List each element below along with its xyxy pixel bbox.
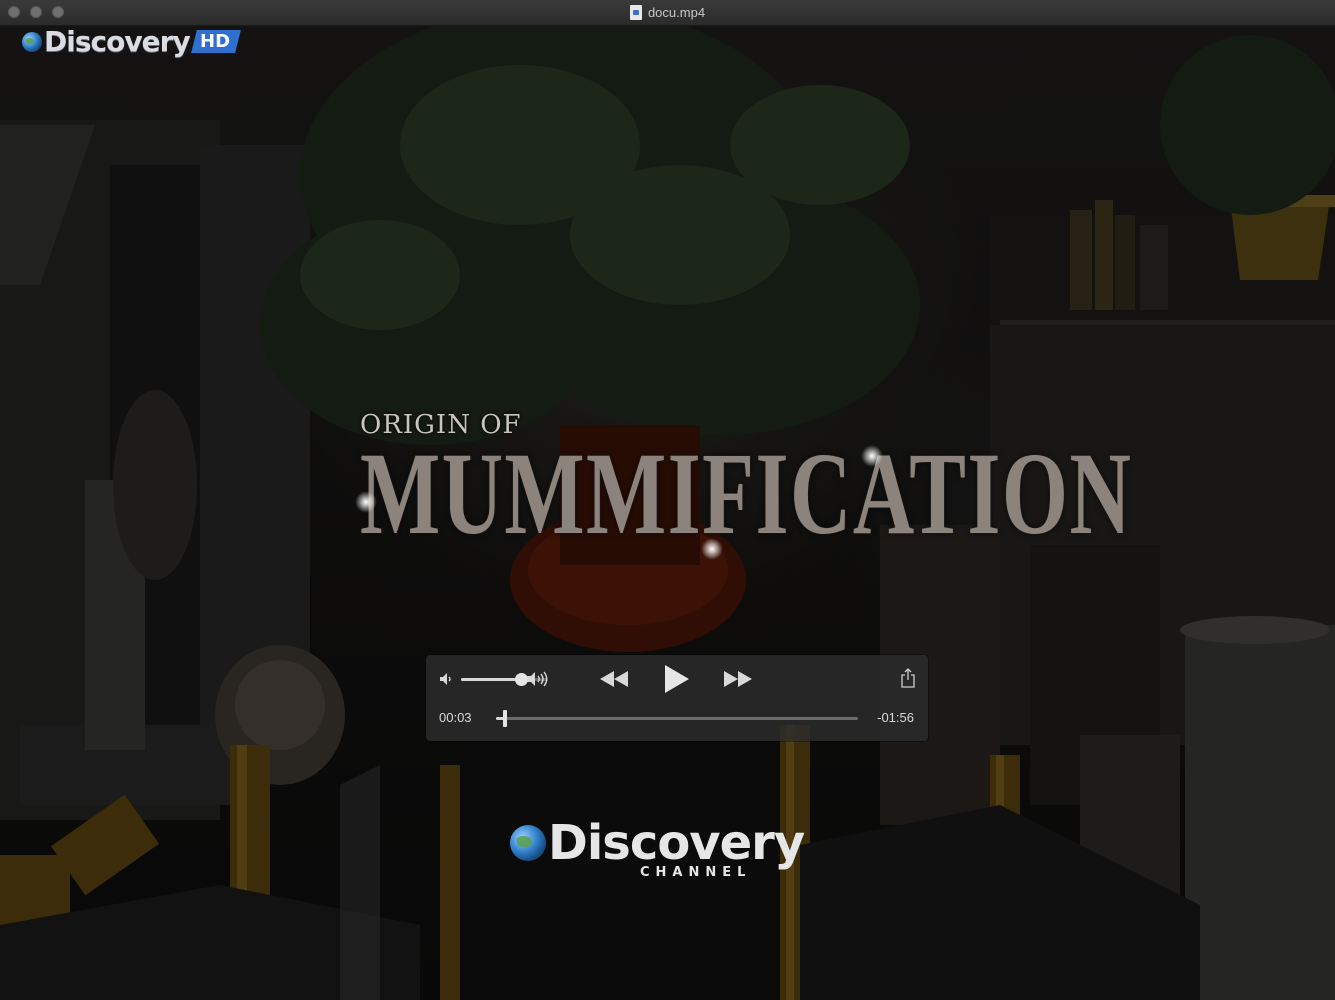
playhead[interactable] xyxy=(503,710,508,727)
fast-forward-icon[interactable] xyxy=(722,668,754,690)
discovery-wordmark: Discovery xyxy=(44,25,191,58)
globe-icon xyxy=(22,31,42,52)
sparkle-effect xyxy=(698,535,726,563)
speaker-low-icon[interactable] xyxy=(438,671,454,687)
playback-controls: 00:03 -01:56 xyxy=(426,655,928,741)
elapsed-time: 00:03 xyxy=(439,710,472,725)
volume-slider-fill xyxy=(461,678,522,681)
hd-badge-text: HD xyxy=(199,31,230,52)
share-icon[interactable] xyxy=(900,667,916,689)
rewind-icon[interactable] xyxy=(598,668,630,690)
hd-badge: HD xyxy=(190,30,241,53)
globe-icon xyxy=(510,825,546,861)
window-title: docu.mp4 xyxy=(0,0,1335,25)
playback-scrubber[interactable] xyxy=(496,710,858,727)
discovery-hd-logo: Discovery HD xyxy=(22,25,241,58)
discovery-channel-logo: Discovery CHANNEL xyxy=(510,815,805,880)
video-frame[interactable]: Discovery HD ORIGIN OF MUMMIFICATION Dis… xyxy=(0,25,1335,1000)
sparkle-effect xyxy=(352,488,380,516)
movie-file-icon xyxy=(629,5,642,20)
sparkle-effect xyxy=(858,442,886,470)
remaining-time: -01:56 xyxy=(877,710,914,725)
discovery-wordmark-large: Discovery xyxy=(548,815,805,871)
title-card: ORIGIN OF MUMMIFICATION xyxy=(360,410,1335,559)
window-title-text: docu.mp4 xyxy=(647,5,706,20)
title-line-2: MUMMIFICATION xyxy=(360,428,1133,559)
speaker-high-icon[interactable] xyxy=(525,670,551,688)
title-bar[interactable]: docu.mp4 xyxy=(0,0,1335,26)
quicktime-window: docu.mp4 Discovery HD ORIGIN OF MUMMIFIC… xyxy=(0,0,1335,1000)
play-icon[interactable] xyxy=(662,662,692,696)
